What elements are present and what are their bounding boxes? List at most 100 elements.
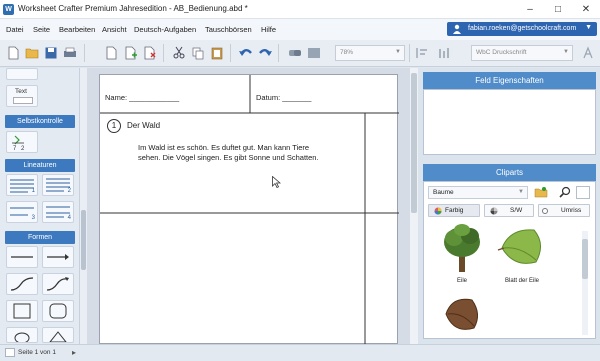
folder-icon (534, 187, 548, 198)
radio-umriss-label: Umriss (561, 207, 582, 214)
text-tool-label: Text (15, 88, 27, 95)
page-frame-lines (100, 75, 399, 345)
clipart-category-select[interactable]: Baume ▼ (428, 186, 528, 199)
redo-button[interactable] (257, 45, 273, 61)
clipart-item[interactable] (432, 290, 492, 338)
menu-seite[interactable]: Seite (33, 25, 50, 34)
print-button[interactable] (62, 45, 78, 61)
curve-arrow-tool[interactable] (42, 273, 74, 295)
undo-button[interactable] (238, 45, 254, 61)
chevron-down-icon: ▼ (395, 49, 401, 55)
paragraph-line[interactable]: sehen. Die Vögel singen. Es gibt Sonne u… (138, 153, 319, 162)
font-value: WbC Druckschrift (476, 49, 527, 56)
window-title: Worksheet Crafter Premium Jahresedition … (18, 4, 248, 13)
undo-icon (239, 49, 252, 56)
menu-bearbeiten[interactable]: Bearbeiten (59, 25, 95, 34)
ellipse-icon (14, 332, 30, 344)
clipart-search-button[interactable] (558, 185, 572, 199)
triangle-tool[interactable] (42, 327, 74, 343)
lineatur-4-tool[interactable]: 4 (42, 201, 74, 223)
menu-deutsch-aufgaben[interactable]: Deutsch-Aufgaben (134, 25, 196, 34)
svg-text:7: 7 (13, 146, 17, 152)
menu-hilfe[interactable]: Hilfe (261, 25, 276, 34)
name-field[interactable]: Name: ____________ (105, 93, 179, 102)
delete-page-button[interactable] (142, 45, 158, 61)
curve-tool[interactable] (6, 273, 38, 295)
tree-icon (444, 224, 480, 272)
svg-text:2: 2 (21, 146, 25, 152)
text-tool[interactable]: Text (6, 85, 38, 107)
section-formen[interactable]: Formen (5, 231, 75, 244)
arrow-line-tool[interactable] (42, 246, 74, 268)
radio-umriss[interactable]: Umriss (538, 204, 590, 217)
font-size-icon (583, 46, 593, 59)
clipart-folder-button[interactable] (534, 185, 548, 199)
tools-scrollbar[interactable] (80, 68, 87, 344)
page-indicator: Seite 1 von 1 (18, 349, 56, 356)
tile-number: 2 (67, 188, 71, 194)
open-button[interactable] (24, 45, 40, 61)
text-box-icon (13, 97, 33, 104)
add-page-button[interactable] (123, 45, 139, 61)
clipart-item[interactable]: Blatt der Eile (492, 222, 552, 286)
account-dropdown[interactable]: fabian.roeken@getschoolcraft.com ▼ (447, 22, 597, 36)
date-field[interactable]: Datum: _______ (256, 93, 311, 102)
copy-icon (192, 47, 204, 60)
paste-button[interactable] (209, 45, 225, 61)
worksheet-page[interactable]: Name: ____________ Datum: _______ 1 Der … (99, 74, 399, 345)
arrange-button[interactable] (436, 45, 452, 61)
zoom-select[interactable]: 78% ▼ (335, 45, 405, 61)
lineatur-3-tool[interactable]: 3 (6, 201, 38, 223)
link-button[interactable] (287, 45, 303, 61)
add-page-icon (125, 46, 137, 60)
section-selbstkontrolle[interactable]: Selbstkontrolle (5, 115, 75, 128)
rectangle-icon (13, 303, 31, 319)
tools-scrollbar-thumb[interactable] (81, 210, 86, 270)
new-page-button[interactable] (103, 45, 119, 61)
task-title[interactable]: Der Wald (127, 121, 160, 130)
cut-button[interactable] (171, 45, 187, 61)
clipart-search-input[interactable] (576, 186, 590, 199)
document-scrollbar-thumb[interactable] (411, 73, 417, 213)
rectangle-tool[interactable] (6, 300, 38, 322)
tool-tile-partial[interactable] (6, 68, 38, 80)
page-thumbnail-icon[interactable] (5, 348, 15, 357)
folder-icon (25, 48, 39, 59)
menu-datei[interactable]: Datei (6, 25, 24, 34)
font-select[interactable]: WbC Druckschrift ▼ (471, 45, 573, 61)
clipart-item[interactable]: Eile (432, 222, 492, 286)
radio-farbig[interactable]: Farbig (428, 204, 480, 217)
chevron-right-icon[interactable]: ▸ (68, 347, 80, 358)
rounded-rectangle-tool[interactable] (42, 300, 74, 322)
copy-button[interactable] (190, 45, 206, 61)
section-lineaturen[interactable]: Lineaturen (5, 159, 75, 172)
line-tool[interactable] (6, 246, 38, 268)
title-bar: W Worksheet Crafter Premium Jahreseditio… (0, 0, 600, 19)
font-size-button[interactable] (580, 45, 596, 61)
cliparts-scrollbar[interactable] (582, 231, 588, 335)
maximize-button[interactable]: □ (544, 0, 572, 19)
menu-tauschboersen[interactable]: Tauschbörsen (205, 25, 252, 34)
feld-eigenschaften-header: Feld Eigenschaften (423, 72, 596, 89)
close-button[interactable]: ✕ (572, 0, 600, 19)
leaf-icon (445, 298, 478, 330)
save-button[interactable] (43, 45, 59, 61)
radio-sw[interactable]: S/W (484, 204, 534, 217)
minimize-button[interactable]: – (516, 0, 544, 19)
mouse-cursor-icon (272, 176, 281, 188)
lineatur-1-tool[interactable]: 1 (6, 174, 38, 196)
group-button[interactable] (306, 45, 322, 61)
align-button[interactable] (414, 45, 430, 61)
app-icon: W (3, 4, 14, 15)
cliparts-scrollbar-thumb[interactable] (582, 239, 588, 279)
new-document-icon (8, 46, 19, 60)
tile-number: 1 (31, 188, 35, 194)
lineatur-2-tool[interactable]: 2 (42, 174, 74, 196)
line-icon (11, 256, 33, 258)
paragraph-line[interactable]: Im Wald ist es schön. Es duftet gut. Man… (138, 143, 309, 152)
curve-icon (10, 277, 34, 291)
fraction-tool[interactable]: 72 (6, 131, 38, 153)
new-document-button[interactable] (5, 45, 21, 61)
ellipse-tool[interactable] (6, 327, 38, 344)
menu-ansicht[interactable]: Ansicht (102, 25, 127, 34)
